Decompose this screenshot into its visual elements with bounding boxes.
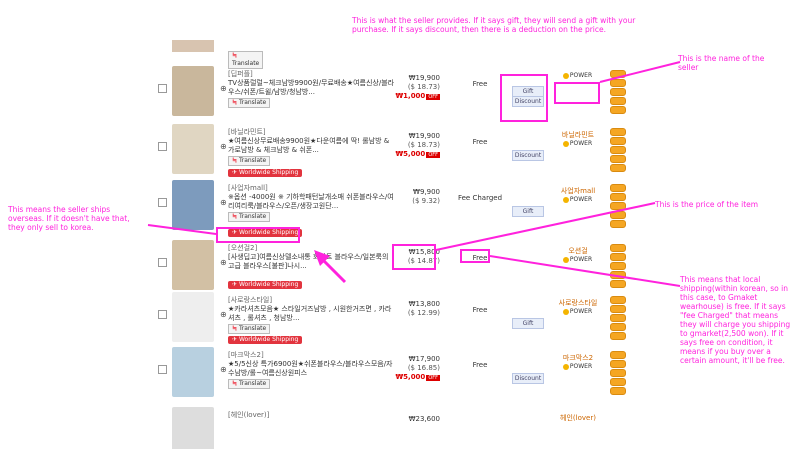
annotation-arrows: [147, 61, 681, 287]
